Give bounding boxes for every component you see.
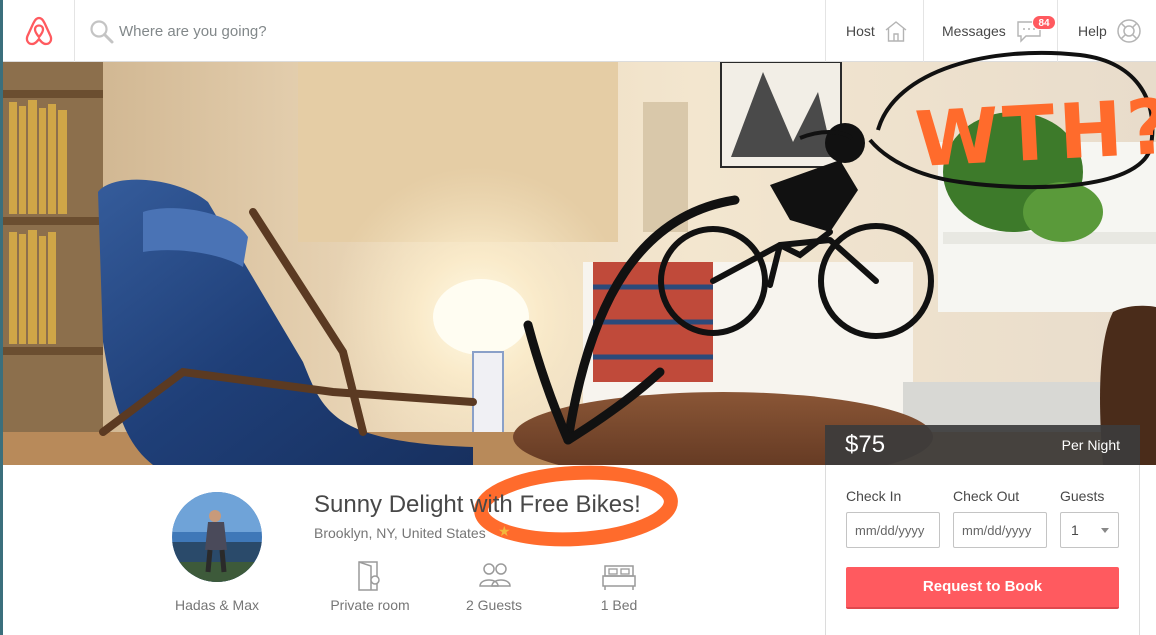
private-room-icon bbox=[358, 561, 380, 591]
top-nav: Host Messages 84 Help bbox=[3, 0, 1156, 62]
host-photo bbox=[172, 492, 262, 582]
host-avatar[interactable] bbox=[172, 492, 262, 582]
star-icon: ★ bbox=[498, 523, 511, 539]
amenity-beds: 1 Bed bbox=[600, 597, 638, 613]
search-bar[interactable] bbox=[75, 0, 825, 62]
chevron-down-icon bbox=[1101, 528, 1109, 533]
check-out-input[interactable] bbox=[953, 512, 1047, 548]
booking-panel: Check In Check Out Guests 1 Request to B… bbox=[825, 465, 1140, 635]
listing-title: Sunny Delight with Free Bikes! bbox=[314, 491, 641, 518]
nav-help[interactable]: Help bbox=[1057, 0, 1156, 62]
bed-icon bbox=[602, 565, 636, 590]
airbnb-logo-icon bbox=[25, 16, 52, 46]
check-in-input[interactable] bbox=[846, 512, 940, 548]
search-icon bbox=[90, 20, 114, 44]
nav-host[interactable]: Host bbox=[825, 0, 923, 62]
airbnb-logo[interactable] bbox=[3, 0, 75, 62]
search-input[interactable] bbox=[119, 19, 719, 43]
amenity-guests: 2 Guests bbox=[465, 597, 523, 613]
house-icon bbox=[885, 21, 907, 42]
check-out-label: Check Out bbox=[953, 488, 1020, 504]
listing-location[interactable]: Brooklyn, NY, United States bbox=[314, 525, 486, 541]
guests-label: Guests bbox=[1060, 488, 1105, 504]
guests-value: 1 bbox=[1071, 522, 1079, 538]
host-name[interactable]: Hadas & Max bbox=[150, 597, 284, 613]
nightly-price: $75 bbox=[845, 431, 886, 458]
price-unit: Per Night bbox=[1061, 437, 1120, 453]
lifebuoy-icon bbox=[1117, 19, 1141, 43]
check-in-label: Check In bbox=[846, 488, 902, 504]
listing-hero-photo[interactable] bbox=[3, 62, 1156, 465]
nav-host-label: Host bbox=[846, 23, 875, 39]
guests-select[interactable]: 1 bbox=[1060, 512, 1119, 548]
guests-icon bbox=[479, 563, 511, 587]
amenity-room-type: Private room bbox=[330, 597, 410, 613]
messages-count-badge: 84 bbox=[1032, 15, 1056, 30]
nav-help-label: Help bbox=[1078, 23, 1107, 39]
nav-messages-label: Messages bbox=[942, 23, 1006, 39]
room-photo bbox=[3, 62, 1156, 465]
request-to-book-button[interactable]: Request to Book bbox=[846, 567, 1119, 609]
nav-messages[interactable]: Messages 84 bbox=[923, 0, 1057, 62]
price-bar: $75 Per Night bbox=[825, 425, 1140, 465]
